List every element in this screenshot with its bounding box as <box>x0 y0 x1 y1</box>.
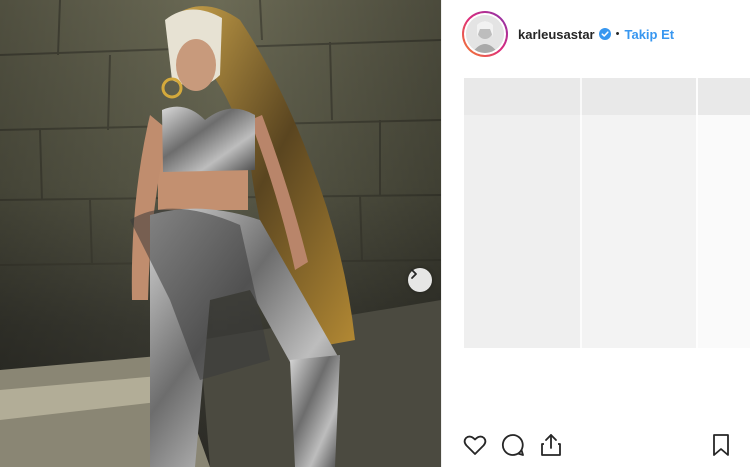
post-photo[interactable] <box>0 0 441 467</box>
comments-loading-placeholder <box>464 78 750 348</box>
share-icon[interactable] <box>538 432 564 458</box>
username-link[interactable]: karleusastar <box>518 27 595 42</box>
next-photo-button[interactable] <box>408 268 432 292</box>
comment-icon[interactable] <box>500 432 526 458</box>
verified-badge-icon <box>598 28 611 40</box>
follow-button[interactable]: Takip Et <box>624 27 674 42</box>
post-header: karleusastar • Takip Et <box>462 11 674 57</box>
avatar-image <box>466 15 504 53</box>
heart-icon[interactable] <box>462 432 488 458</box>
photo-illustration <box>0 0 441 467</box>
avatar[interactable] <box>466 15 504 53</box>
story-ring[interactable] <box>462 11 508 57</box>
separator-dot: • <box>615 28 620 40</box>
chevron-right-icon <box>411 269 417 279</box>
bookmark-icon[interactable] <box>708 432 734 458</box>
post-side-panel: karleusastar • Takip Et <box>441 0 750 467</box>
placeholder-row <box>464 78 750 115</box>
post-actions <box>462 432 734 460</box>
